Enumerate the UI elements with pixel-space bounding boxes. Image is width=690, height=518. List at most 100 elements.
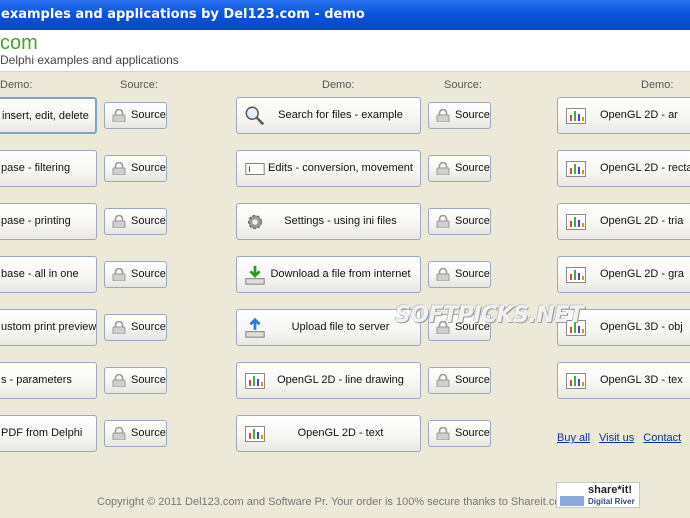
demo-button-opengl-2d-gra[interactable]: OpenGL 2D - gra <box>557 256 690 293</box>
demo-button-label: OpenGL 2D - line drawing <box>277 374 404 386</box>
demo-button-label: Download a file from internet <box>270 268 411 280</box>
demo-button-opengl-2d-ar[interactable]: OpenGL 2D - ar <box>557 97 690 134</box>
source-button-col1-4[interactable]: Source <box>104 314 167 341</box>
source-button-label: Source <box>455 162 490 174</box>
source-button-col2-6[interactable]: Source <box>428 420 491 447</box>
demo-button-label: Search for files - example <box>278 109 403 121</box>
logo-text: com <box>0 32 38 54</box>
window-title: examples and applications by Del123.com … <box>1 7 365 22</box>
lock-icon <box>112 161 126 176</box>
app-header: com Delphi examples and applications <box>0 30 690 72</box>
shareit-text: share*it! <box>588 484 633 496</box>
demo-button-label: pase - printing <box>1 215 71 227</box>
col3-demo-heading: Demo: <box>641 79 674 91</box>
window-titlebar: examples and applications by Del123.com … <box>0 0 690 30</box>
source-button-col1-3[interactable]: Source <box>104 261 167 288</box>
lock-icon <box>112 267 126 282</box>
demo-button-settings-using-ini-files[interactable]: Settings - using ini files <box>236 203 421 240</box>
demo-button-opengl-3d-tex[interactable]: OpenGL 3D - tex <box>557 362 690 399</box>
source-button-col2-0[interactable]: Source <box>428 102 491 129</box>
demo-button-label: insert, edit, delete <box>2 110 89 122</box>
buy-all-link[interactable]: Buy all <box>557 432 590 444</box>
chart-icon <box>564 263 588 287</box>
source-button-label: Source <box>131 321 166 333</box>
demo-button-label: PDF from Delphi <box>1 427 83 439</box>
demo-button-edits-conversion-movement[interactable]: Edits - conversion, movement <box>236 150 421 187</box>
lock-icon <box>436 161 450 176</box>
demo-button-label: pase - filtering <box>1 162 71 174</box>
source-button-col2-2[interactable]: Source <box>428 208 491 235</box>
lock-icon <box>436 373 450 388</box>
demo-button-ustom-print-preview[interactable]: ustom print preview <box>0 309 97 346</box>
source-button-label: Source <box>131 374 166 386</box>
source-button-label: Source <box>455 374 490 386</box>
source-button-label: Source <box>131 109 166 121</box>
demo-button-label: OpenGL 2D - rectan <box>600 162 690 174</box>
demo-button-pase-filtering[interactable]: pase - filtering <box>0 150 97 187</box>
shareit-badge[interactable]: share*it! Digital River <box>556 482 640 508</box>
source-button-col1-0[interactable]: Source <box>104 102 167 129</box>
demo-button-opengl-2d-tria[interactable]: OpenGL 2D - tria <box>557 203 690 240</box>
source-button-col2-3[interactable]: Source <box>428 261 491 288</box>
demo-button-opengl-2d-text[interactable]: OpenGL 2D - text <box>236 415 421 452</box>
lock-icon <box>436 214 450 229</box>
demo-button-search-for-files-example[interactable]: Search for files - example <box>236 97 421 134</box>
lock-icon <box>436 426 450 441</box>
lock-icon <box>112 214 126 229</box>
footer-copyright: Copyright © 2011 Del123.com and Software… <box>97 496 570 508</box>
chart-icon <box>564 157 588 181</box>
lock-icon <box>112 320 126 335</box>
demo-button-label: OpenGL 3D - tex <box>600 374 683 386</box>
demo-button-label: OpenGL 3D - obj <box>600 321 683 333</box>
source-button-label: Source <box>131 162 166 174</box>
demo-button-label: OpenGL 2D - text <box>297 427 384 439</box>
demo-button-label: Edits - conversion, movement <box>268 162 413 174</box>
demo-button-label: OpenGL 2D - ar <box>600 109 678 121</box>
source-button-col2-5[interactable]: Source <box>428 367 491 394</box>
demo-button-upload-file-to-server[interactable]: Upload file to server <box>236 309 421 346</box>
visit-us-link[interactable]: Visit us <box>599 432 634 444</box>
demo-button-opengl-2d-rectan[interactable]: OpenGL 2D - rectan <box>557 150 690 187</box>
demo-button-label: Settings - using ini files <box>284 215 397 227</box>
demo-button-download-a-file-from-internet[interactable]: Download a file from internet <box>236 256 421 293</box>
header-subtitle: Delphi examples and applications <box>0 53 179 67</box>
lock-icon <box>112 373 126 388</box>
demo-button-opengl-2d-line-drawing[interactable]: OpenGL 2D - line drawing <box>236 362 421 399</box>
source-button-col1-2[interactable]: Source <box>104 208 167 235</box>
lock-icon <box>436 267 450 282</box>
source-button-col1-1[interactable]: Source <box>104 155 167 182</box>
col1-demo-heading: Demo: <box>0 79 33 91</box>
source-button-label: Source <box>131 215 166 227</box>
chart-icon <box>564 369 588 393</box>
lock-icon <box>112 108 126 123</box>
col1-source-heading: Source: <box>120 79 158 91</box>
source-button-col1-6[interactable]: Source <box>104 420 167 447</box>
demo-button-base-all-in-one[interactable]: base - all in one <box>0 256 97 293</box>
demo-button-s-parameters[interactable]: s - parameters <box>0 362 97 399</box>
demo-button-insert-edit-delete[interactable]: insert, edit, delete <box>0 97 97 134</box>
demo-button-label: Upload file to server <box>291 321 390 333</box>
demo-button-label: s - parameters <box>1 374 72 386</box>
demo-button-pdf-from-delphi[interactable]: PDF from Delphi <box>0 415 97 452</box>
demo-button-label: OpenGL 2D - gra <box>600 268 684 280</box>
source-button-label: Source <box>455 109 490 121</box>
source-button-label: Source <box>131 268 166 280</box>
source-button-col1-5[interactable]: Source <box>104 367 167 394</box>
lock-icon <box>112 426 126 441</box>
demo-button-pase-printing[interactable]: pase - printing <box>0 203 97 240</box>
source-button-label: Source <box>455 268 490 280</box>
source-button-label: Source <box>131 427 166 439</box>
contact-link[interactable]: Contact <box>643 432 681 444</box>
demo-button-label: OpenGL 2D - tria <box>600 215 684 227</box>
col2-source-heading: Source: <box>444 79 482 91</box>
chart-icon <box>564 210 588 234</box>
digital-river-text: Digital River <box>588 497 635 506</box>
lock-icon <box>436 108 450 123</box>
demo-button-label: ustom print preview <box>1 321 97 333</box>
source-button-label: Source <box>455 427 490 439</box>
source-button-label: Source <box>455 215 490 227</box>
watermark: SOFTPICKS.NET <box>395 303 584 328</box>
bottom-links: Buy allVisit usContactD <box>557 432 690 444</box>
source-button-col2-1[interactable]: Source <box>428 155 491 182</box>
col2-demo-heading: Demo: <box>322 79 355 91</box>
